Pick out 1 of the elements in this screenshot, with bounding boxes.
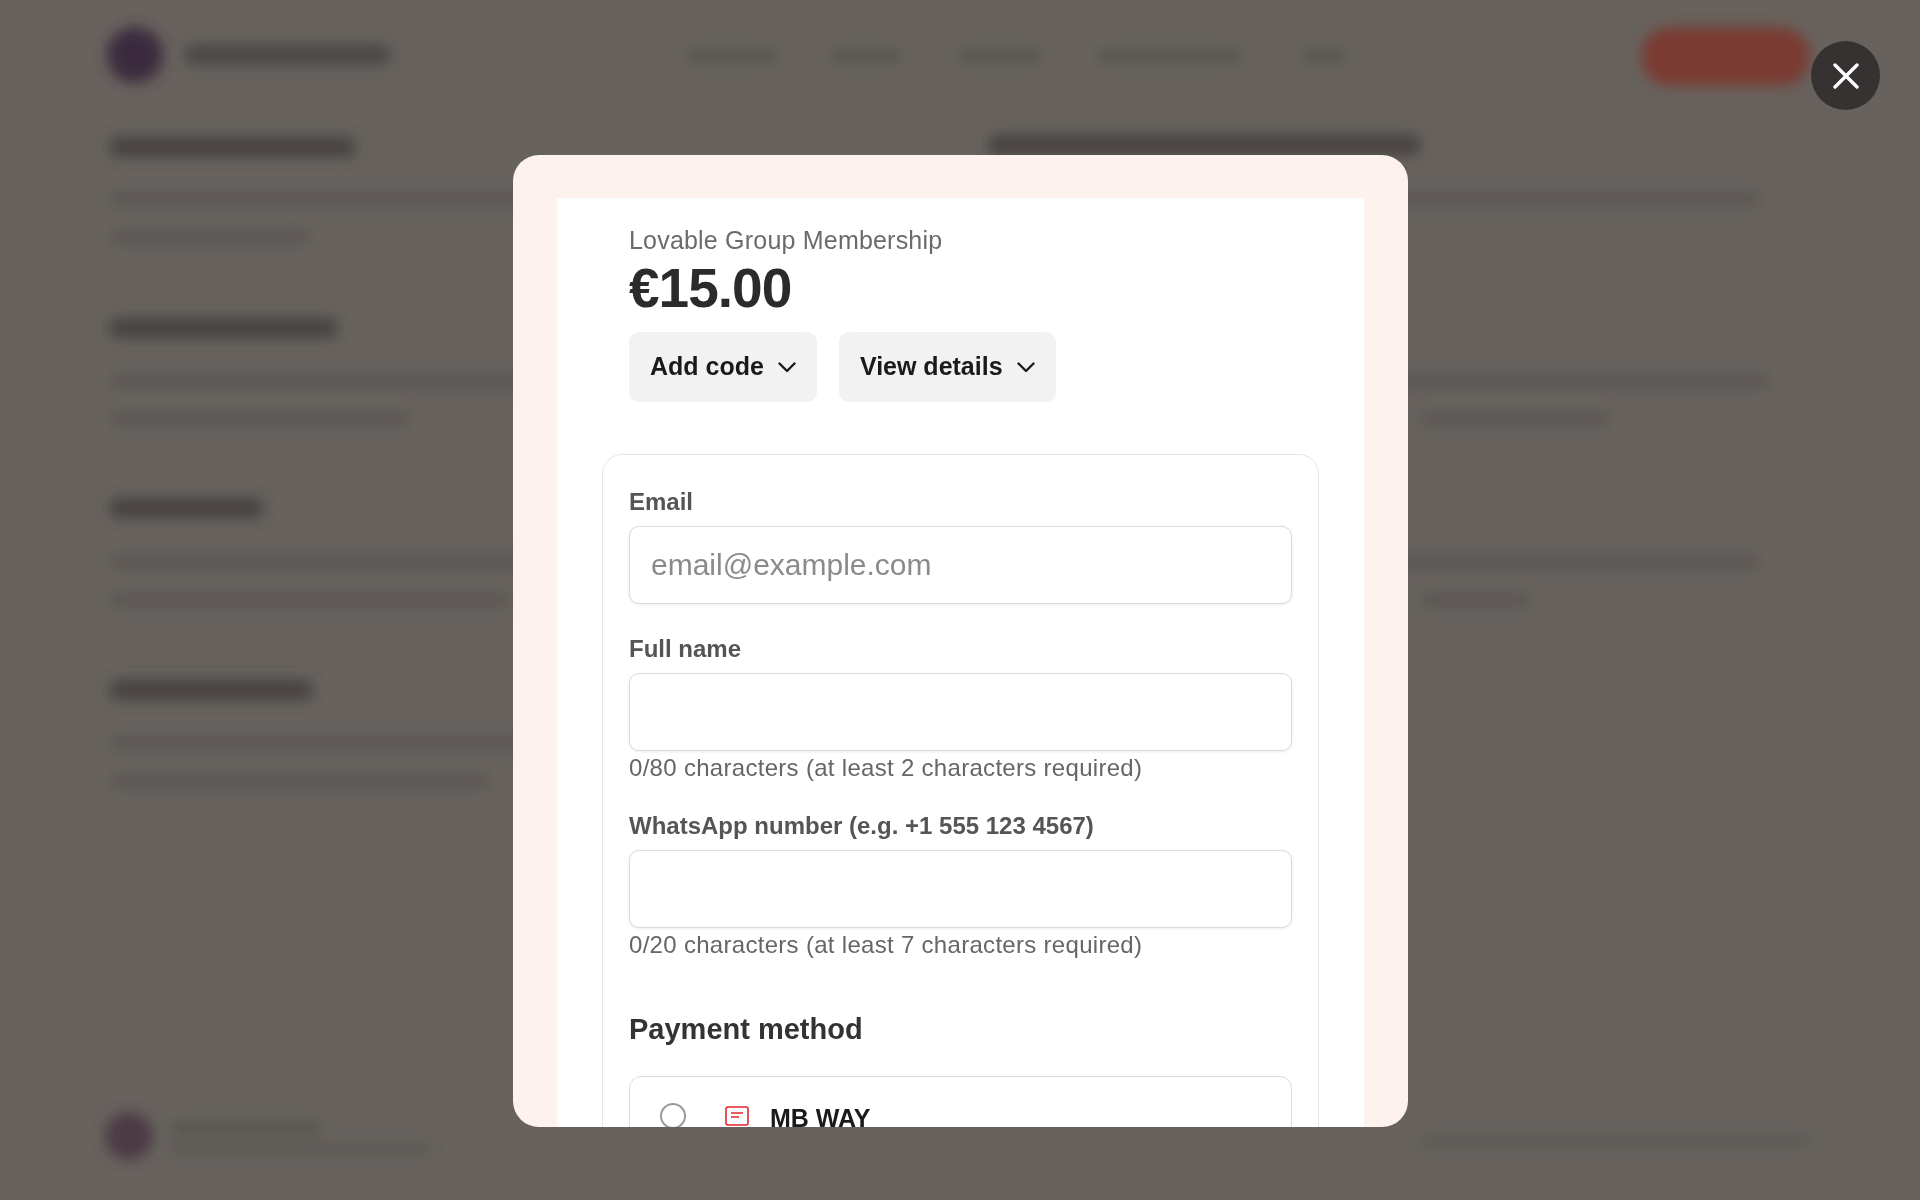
- close-icon: [1832, 62, 1859, 89]
